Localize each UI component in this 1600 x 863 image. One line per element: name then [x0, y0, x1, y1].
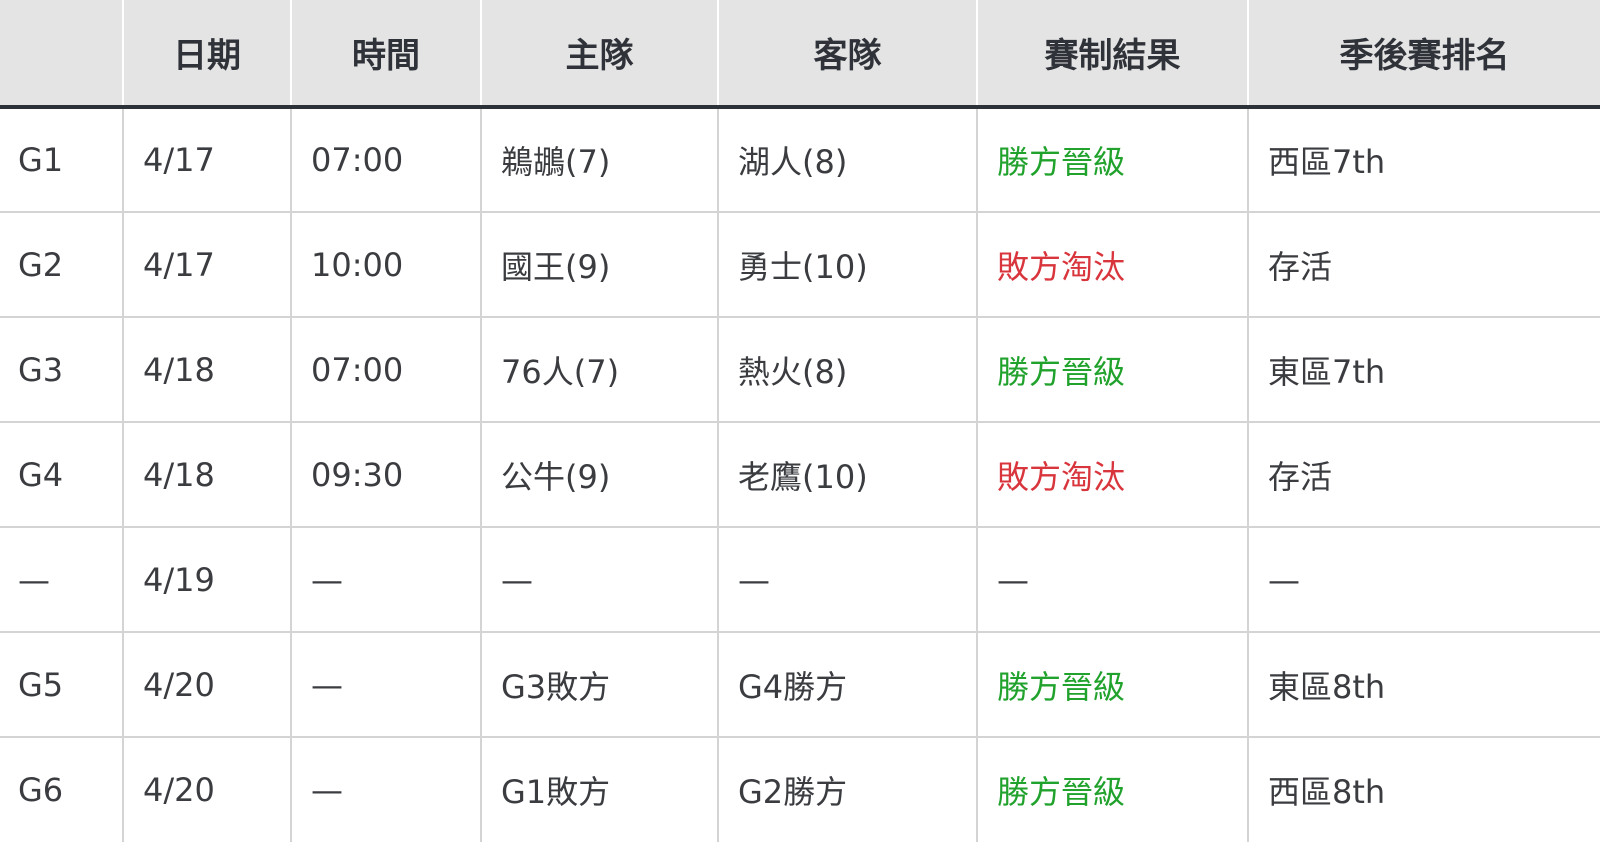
cell-date: 4/19 — [123, 527, 292, 633]
cell-away-team: 老鷹(10) — [718, 422, 978, 528]
table-row: G6 4/20 — G1敗方 G2勝方 勝方晉級 西區8th — [0, 737, 1600, 842]
cell-away-team: 熱火(8) — [718, 317, 978, 423]
header-time: 時間 — [291, 0, 482, 109]
cell-date: 4/17 — [123, 107, 292, 213]
cell-time: — — [291, 527, 482, 633]
header-home-team: 主隊 — [481, 0, 719, 109]
cell-playoff-rank: 存活 — [1248, 212, 1600, 318]
cell-playoff-rank: 東區7th — [1248, 317, 1600, 423]
table-header: 日期 時間 主隊 客隊 賽制結果 季後賽排名 — [0, 0, 1600, 109]
cell-home-team: 76人(7) — [481, 317, 719, 423]
cell-home-team: G3敗方 — [481, 632, 719, 738]
cell-game: G6 — [0, 737, 124, 842]
cell-game: G3 — [0, 317, 124, 423]
cell-time: — — [291, 632, 482, 738]
cell-home-team: 國王(9) — [481, 212, 719, 318]
table-row: G2 4/17 10:00 國王(9) 勇士(10) 敗方淘汰 存活 — [0, 212, 1600, 318]
cell-date: 4/20 — [123, 632, 292, 738]
cell-away-team: 勇士(10) — [718, 212, 978, 318]
cell-time: 09:30 — [291, 422, 482, 528]
table-row: G5 4/20 — G3敗方 G4勝方 勝方晉級 東區8th — [0, 632, 1600, 738]
cell-time: 10:00 — [291, 212, 482, 318]
cell-playoff-rank: — — [1248, 527, 1600, 633]
cell-date: 4/18 — [123, 317, 292, 423]
header-date: 日期 — [123, 0, 292, 109]
cell-time: 07:00 — [291, 317, 482, 423]
cell-result: 敗方淘汰 — [977, 212, 1249, 318]
cell-home-team: — — [481, 527, 719, 633]
cell-playoff-rank: 東區8th — [1248, 632, 1600, 738]
table-row: G4 4/18 09:30 公牛(9) 老鷹(10) 敗方淘汰 存活 — [0, 422, 1600, 528]
table-row: G1 4/17 07:00 鵜鶘(7) 湖人(8) 勝方晉級 西區7th — [0, 107, 1600, 213]
table-row: G3 4/18 07:00 76人(7) 熱火(8) 勝方晉級 東區7th — [0, 317, 1600, 423]
cell-game: G4 — [0, 422, 124, 528]
header-result: 賽制結果 — [977, 0, 1249, 109]
cell-away-team: G2勝方 — [718, 737, 978, 842]
header-playoff-rank: 季後賽排名 — [1248, 0, 1600, 109]
cell-playoff-rank: 西區8th — [1268, 773, 1386, 811]
cell-home-team: G1敗方 — [481, 737, 719, 842]
playoff-schedule-table: 日期 時間 主隊 客隊 賽制結果 季後賽排名 G1 4/17 07:00 鵜鶘(… — [0, 0, 1600, 842]
cell-away-team: — — [718, 527, 978, 633]
table-body: G1 4/17 07:00 鵜鶘(7) 湖人(8) 勝方晉級 西區7th G2 … — [0, 107, 1600, 842]
cell-game: G1 — [0, 107, 124, 213]
cell-home-team: 鵜鶘(7) — [481, 107, 719, 213]
cell-game: G2 — [0, 212, 124, 318]
header-row: 日期 時間 主隊 客隊 賽制結果 季後賽排名 — [0, 0, 1600, 109]
cell-playoff-rank: 存活 — [1248, 422, 1600, 528]
cell-result: 勝方晉級 — [977, 317, 1249, 423]
cell-home-team: 公牛(9) — [481, 422, 719, 528]
cell-date: 4/17 — [123, 212, 292, 318]
cell-game: — — [0, 527, 124, 633]
cell-date: 4/18 — [123, 422, 292, 528]
cell-time: 07:00 — [291, 107, 482, 213]
cell-result: 勝方晉級 — [977, 632, 1249, 738]
header-away-team: 客隊 — [718, 0, 978, 109]
cell-game: G5 — [0, 632, 124, 738]
table-row: — 4/19 — — — — — — [0, 527, 1600, 633]
cell-result: 勝方晉級 — [977, 737, 1249, 842]
cell-away-team: 湖人(8) — [718, 107, 978, 213]
cell-date: 4/20 — [123, 737, 292, 842]
cell-time: — — [291, 737, 482, 842]
header-game — [0, 0, 124, 109]
cell-result: — — [977, 527, 1249, 633]
cell-away-team: G4勝方 — [718, 632, 978, 738]
cell-result: 勝方晉級 — [977, 107, 1249, 213]
cell-result: 敗方淘汰 — [977, 422, 1249, 528]
cell-playoff-rank: 西區7th — [1248, 107, 1600, 213]
